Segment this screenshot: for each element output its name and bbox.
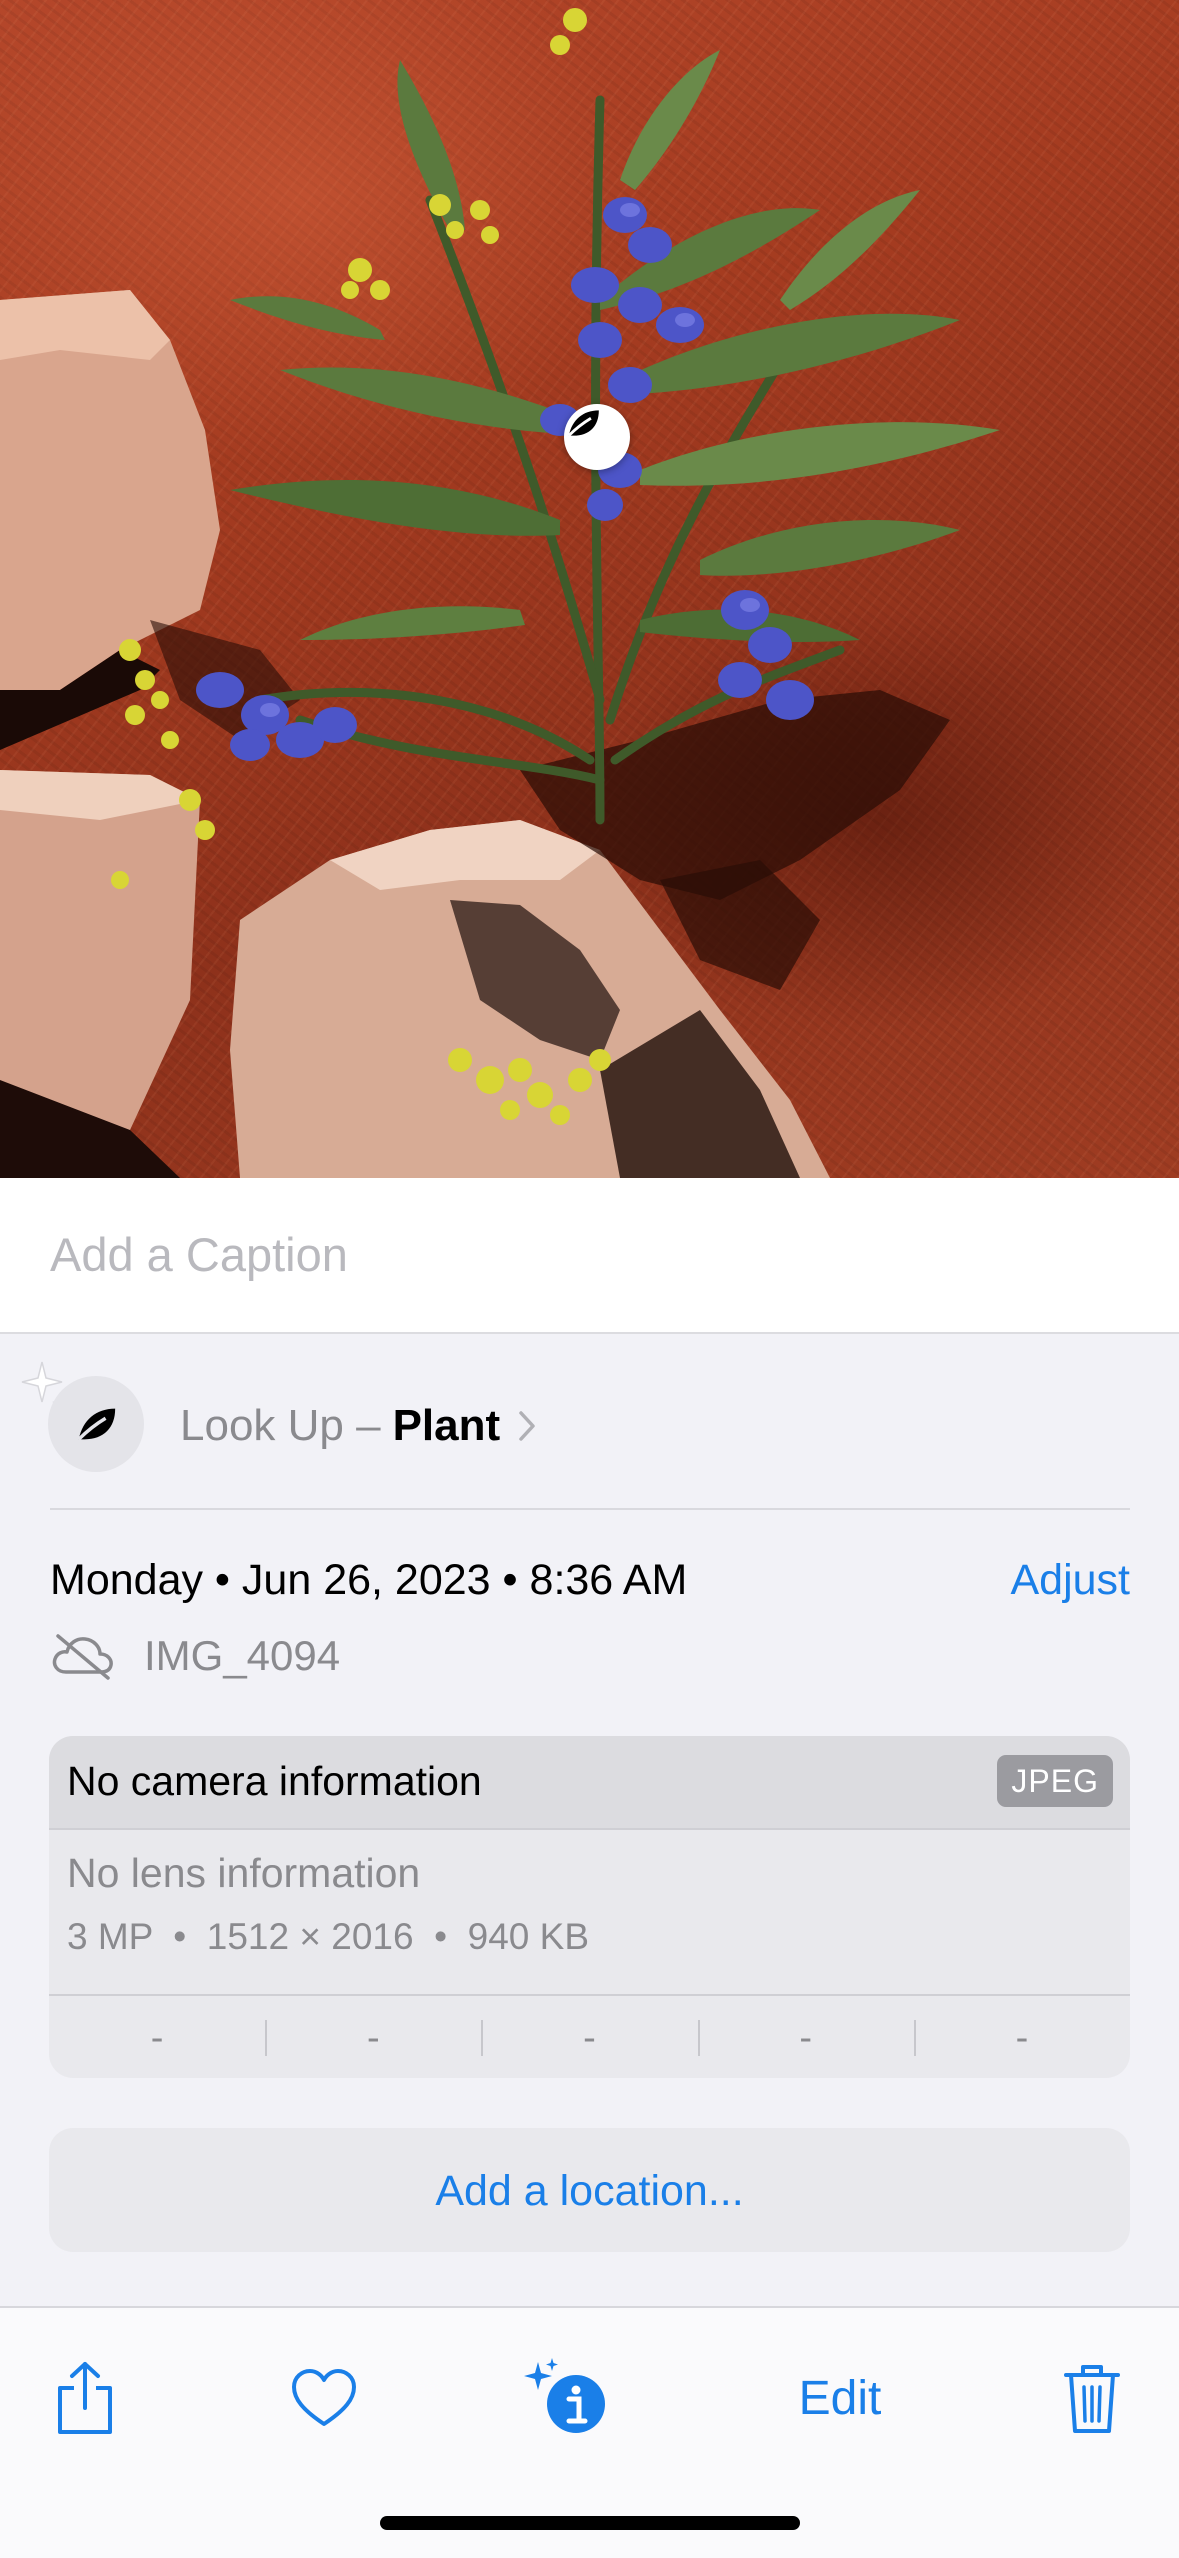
lookup-plant-link[interactable]: Look Up – Plant bbox=[180, 1396, 536, 1456]
favorite-button[interactable] bbox=[288, 2348, 360, 2448]
delete-button[interactable] bbox=[1060, 2348, 1124, 2448]
visual-lookup-badge[interactable] bbox=[564, 404, 630, 470]
lookup-prefix: Look Up – bbox=[180, 1401, 381, 1450]
chevron-right-icon bbox=[519, 1411, 535, 1441]
caption-input[interactable] bbox=[50, 1224, 1050, 1284]
home-indicator[interactable] bbox=[380, 2516, 800, 2530]
format-badge: JPEG bbox=[997, 1755, 1113, 1807]
leaf-icon bbox=[77, 1408, 116, 1441]
lookup-plant-icon[interactable] bbox=[48, 1376, 144, 1472]
info-button[interactable] bbox=[522, 2348, 612, 2448]
edit-label: Edit bbox=[798, 2371, 882, 2425]
camera-title: No camera information bbox=[67, 1758, 482, 1804]
image-specs: 3 MP • 1512 × 2016 • 940 KB bbox=[67, 1916, 589, 1957]
exif-iso: - bbox=[150, 2017, 164, 2059]
add-location-button[interactable]: Add a location... bbox=[49, 2128, 1130, 2252]
camera-info-header: No camera information JPEG bbox=[49, 1736, 1130, 1830]
capture-date: Monday • Jun 26, 2023 • 8:36 AM bbox=[50, 1556, 688, 1604]
exif-focal-length: - bbox=[265, 1996, 481, 2078]
edit-button[interactable]: Edit bbox=[790, 2348, 890, 2448]
file-name: IMG_4094 bbox=[144, 1632, 341, 1679]
plant-photo bbox=[0, 8, 1000, 1178]
lookup-subject: Plant bbox=[392, 1401, 501, 1450]
share-icon bbox=[58, 2362, 112, 2434]
cloud-slash-icon bbox=[52, 1634, 113, 1680]
exif-aperture: - bbox=[697, 1996, 914, 2078]
share-button[interactable] bbox=[50, 2348, 120, 2448]
camera-info-card: No camera information JPEG No lens infor… bbox=[49, 1736, 1130, 2078]
trash-icon bbox=[1064, 2365, 1120, 2433]
exif-shutter-speed: - bbox=[913, 1996, 1130, 2078]
leaf-icon bbox=[567, 410, 599, 437]
info-sparkle-icon bbox=[524, 2358, 605, 2433]
photo-viewer[interactable] bbox=[0, 0, 1179, 1178]
adjust-date-button[interactable]: Adjust bbox=[1010, 1556, 1130, 1605]
caption-area bbox=[0, 1178, 1179, 1334]
exif-row: - - - - - bbox=[49, 1994, 1130, 2078]
lens-info: No lens information bbox=[67, 1850, 421, 1896]
heart-icon bbox=[292, 2369, 356, 2426]
exif-exposure-value: - bbox=[481, 1996, 697, 2078]
divider bbox=[50, 1508, 1130, 1510]
